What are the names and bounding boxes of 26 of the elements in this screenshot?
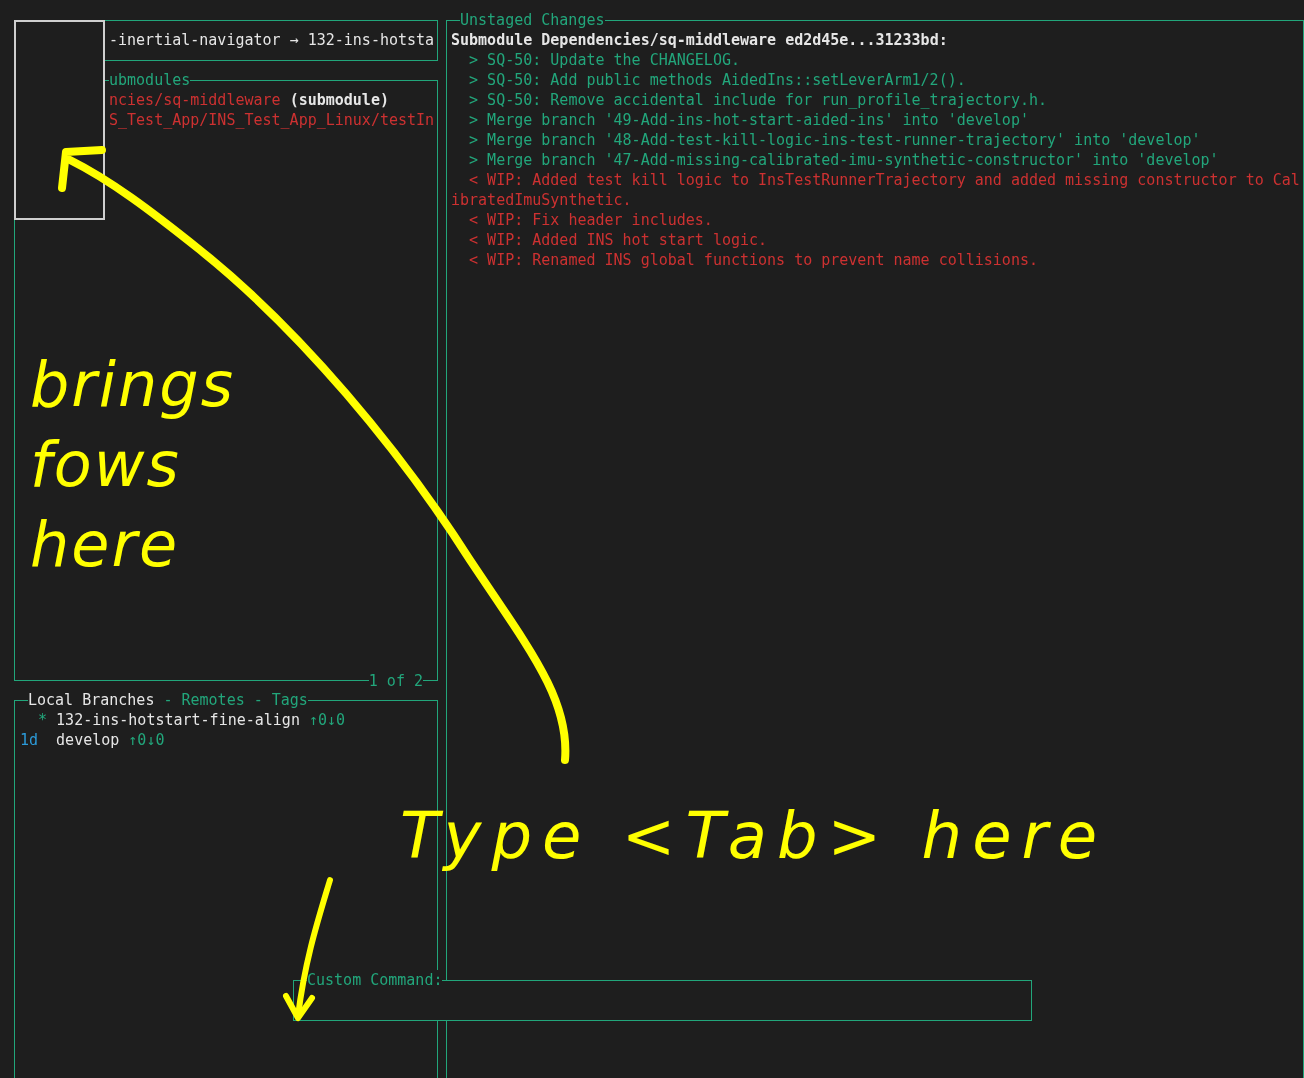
commit-line: > SQ-50: Remove accidental include for run_profile_trajectory.h. [468,90,1048,110]
commit-line: < WIP: Added test kill logic to InsTestRunnerTrajectory and added missing constructor to CalibratedImuSynthetic. [451,170,1301,210]
commit-line: < WIP: Fix header includes. [468,210,714,230]
branch-name[interactable]: 132-ins-hotstart-fine-align [56,711,300,729]
repo-status: -inertial-navigator → 132-ins-hotsta [109,31,435,49]
commit-line: > SQ-50: Add public methods AidedIns::setLeverArm1/2(). [468,70,967,90]
panel-tab[interactable]: Tags [271,690,308,710]
tab-separator: - [163,690,173,710]
commit-line: < WIP: Renamed INS global functions to prevent name collisions. [468,250,1039,270]
handwritten-note: brings fows here [30,347,236,583]
sync-status: ↑0↓0 [308,711,346,729]
branch-age: 1d [20,730,39,750]
tab-separator: - [253,690,263,710]
current-branch-marker: * [38,710,49,730]
branch-name[interactable]: develop [56,731,120,749]
file-item[interactable]: ncies/sq-middleware (submodule) [109,90,433,110]
commit-line: > SQ-50: Update the CHANGELOG. [468,50,741,70]
commit-line: > Merge branch '48-Add-test-kill-logic-ins-test-runner-trajectory' into 'develop' [468,130,1202,150]
sync-status: ↑0↓0 [128,731,165,749]
diff-header: Submodule Dependencies/sq-middleware ed2d45e...31233bd: [451,30,949,50]
panel-title: Unstaged Changes [460,10,605,30]
panel-tab[interactable]: Local Branches [28,690,155,710]
commit-line: > Merge branch '47-Add-missing-calibrated-imu-synthetic-constructor' into 'develop' [468,150,1220,170]
commit-line: < WIP: Added INS hot start logic. [468,230,769,250]
commit-line: > Merge branch '49-Add-ins-hot-start-aided-ins' into 'develop' [468,110,1030,130]
panel-tab[interactable]: Remotes [181,690,245,710]
